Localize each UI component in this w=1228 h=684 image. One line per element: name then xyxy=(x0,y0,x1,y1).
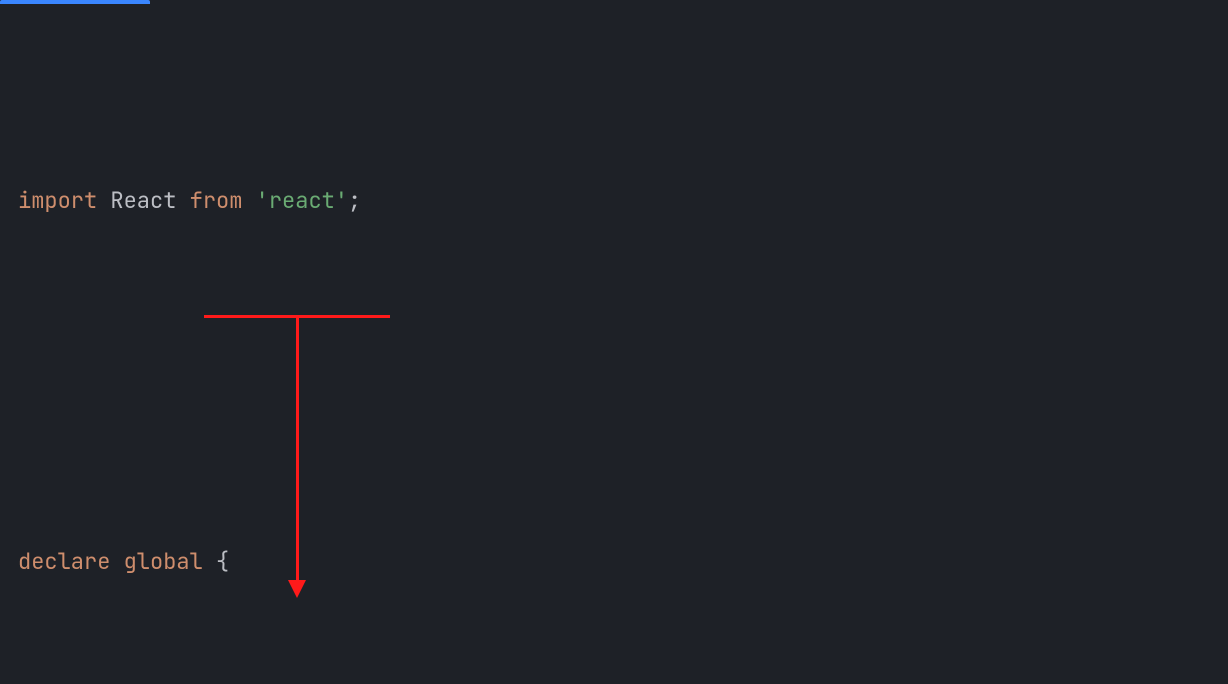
keyword-from: from xyxy=(190,186,243,215)
identifier-react: React xyxy=(110,186,176,215)
string-module: 'react' xyxy=(256,186,348,215)
code-line[interactable]: declare global { xyxy=(18,545,1210,589)
code-line-blank[interactable] xyxy=(18,365,1210,409)
active-tab-indicator xyxy=(0,0,150,4)
keyword-global: global xyxy=(124,547,203,576)
brace-open: { xyxy=(216,547,229,576)
keyword-declare: declare xyxy=(18,547,110,576)
code-editor-viewport[interactable]: import React from 'react'; declare globa… xyxy=(0,0,1228,684)
annotation-arrow-shaft xyxy=(296,315,299,585)
semicolon: ; xyxy=(348,186,361,215)
code-line[interactable]: import React from 'react'; xyxy=(18,184,1210,228)
keyword-import: import xyxy=(18,186,97,215)
annotation-arrow-head-icon xyxy=(288,580,306,598)
